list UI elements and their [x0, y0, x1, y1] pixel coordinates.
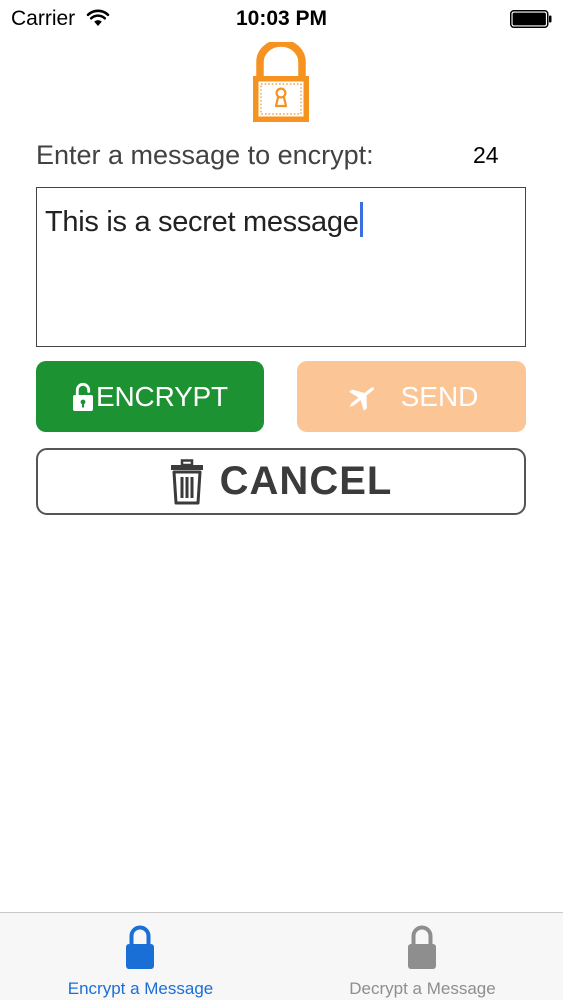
- trash-icon: [170, 458, 203, 504]
- message-textarea[interactable]: This is a secret message: [36, 187, 526, 347]
- cancel-button[interactable]: CANCEL: [36, 448, 526, 515]
- tab-bar: Encrypt a Message Decrypt a Message: [0, 912, 563, 1000]
- message-value: This is a secret message: [45, 206, 359, 238]
- lock-icon: [408, 925, 436, 969]
- clock: 10:03 PM: [235, 7, 328, 30]
- tab-encrypt-message[interactable]: Encrypt a Message: [0, 913, 281, 1000]
- unlocked-padlock-icon: [73, 382, 94, 411]
- lock-icon: [126, 925, 154, 969]
- character-count: 24: [473, 142, 499, 168]
- encrypt-screen: Carrier 10:03 PM Enter a message to encr…: [0, 0, 563, 1000]
- encrypt-button[interactable]: ENCRYPT: [36, 361, 264, 432]
- tab-label: Encrypt a Message: [67, 979, 214, 998]
- send-label: SEND: [400, 380, 479, 412]
- tab-decrypt-message[interactable]: Decrypt a Message: [282, 913, 563, 1000]
- text-cursor: [359, 202, 363, 237]
- battery-icon: [510, 10, 552, 28]
- send-button[interactable]: SEND: [297, 361, 526, 432]
- cancel-label: CANCEL: [219, 459, 393, 503]
- padlock-icon: [253, 42, 309, 122]
- tab-label: Decrypt a Message: [349, 979, 496, 998]
- message-text: This is a secret message: [45, 202, 363, 239]
- prompt-label: Enter a message to encrypt:: [36, 140, 374, 170]
- airplane-icon: [348, 386, 374, 411]
- status-bar: Carrier 10:03 PM: [0, 0, 563, 38]
- encrypt-label: ENCRYPT: [96, 380, 228, 412]
